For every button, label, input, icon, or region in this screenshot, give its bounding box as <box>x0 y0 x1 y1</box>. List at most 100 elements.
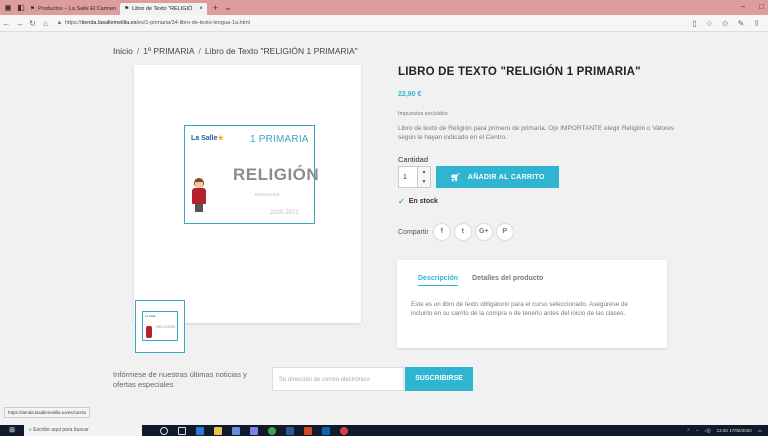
tab-content: Este es un libro de texto obligatorio pa… <box>411 301 629 317</box>
close-tab-icon[interactable]: × <box>199 3 203 15</box>
task-view-icon[interactable] <box>178 426 186 435</box>
favorite-star-icon[interactable]: ☆ <box>706 19 713 28</box>
cortana-icon[interactable] <box>160 426 168 435</box>
store-icon[interactable] <box>232 426 240 435</box>
photos-icon[interactable] <box>340 426 348 435</box>
search-icon: ⌕ <box>29 427 32 433</box>
product-main-image[interactable]: La Salle★ 1 PRIMARIA RELIGIÓN EDELVIVES … <box>134 65 361 323</box>
address-bar: ← → ↻ ⌂ 🔒︎ https://tienda.lasallemelilla… <box>0 15 768 32</box>
favorites-icon[interactable]: ✩ <box>722 19 729 28</box>
outlook-icon[interactable] <box>322 426 330 435</box>
taskbar: ⊞ ⌕ Escribe aquí para buscar ^ ◔ ◁)) 13:… <box>0 425 768 436</box>
maximize-icon[interactable]: □ <box>759 2 764 11</box>
quantity-stepper[interactable]: ▲ ▼ <box>418 166 431 188</box>
product-info: LIBRO DE TEXTO "RELIGIÓN 1 PRIMARIA" 22,… <box>398 66 698 240</box>
edge-icon[interactable] <box>196 426 204 435</box>
lock-icon: 🔒︎ <box>58 19 61 26</box>
product-tabs: Descripción Detalles del producto Este e… <box>397 260 667 348</box>
facebook-icon[interactable]: f <box>433 224 450 240</box>
minimize-icon[interactable]: – <box>741 2 745 11</box>
tab-title: Libro de Texto "RELIGIÓ <box>132 6 193 12</box>
breadcrumb-separator: / <box>136 46 140 56</box>
clock[interactable]: 13:40 17/06/2020 <box>717 428 752 433</box>
tab-list-chevron-icon[interactable]: ⌄ <box>224 2 232 13</box>
url-field[interactable]: 🔒︎ https://tienda.lasallemelilla.es/es/1… <box>58 20 692 27</box>
tab-product-details[interactable]: Detalles del producto <box>472 275 543 286</box>
thumbnail-child-illustration <box>146 326 152 338</box>
breadcrumb-category[interactable]: 1º PRIMARIA <box>143 46 194 56</box>
notification-chevron-icon[interactable]: ^ <box>687 428 689 433</box>
share-row: Compartir f t G+ P <box>398 224 513 240</box>
breadcrumb-separator: / <box>198 46 201 56</box>
taskbar-apps <box>160 426 348 435</box>
newsletter-email-input[interactable]: Su dirección de correo electrónico <box>272 367 404 391</box>
cover-years: 2020-2021 <box>270 210 299 216</box>
breadcrumb: Inicio/1º PRIMARIA / Libro de Texto "RELIG… <box>113 46 358 56</box>
status-bar-url: https://tienda.lasallemelilla.es/es/carr… <box>4 407 91 418</box>
forward-icon[interactable]: → <box>13 19 26 28</box>
child-illustration <box>191 178 207 218</box>
google-plus-icon[interactable]: G+ <box>475 224 492 240</box>
taskbar-search-placeholder: Escribe aquí para buscar <box>33 427 89 433</box>
page-content: Inicio/1º PRIMARIA / Libro de Texto "RELIG… <box>0 32 768 418</box>
twitter-icon[interactable]: t <box>454 224 471 240</box>
pen-icon[interactable]: ✎ <box>738 19 745 28</box>
powerpoint-icon[interactable] <box>304 426 312 435</box>
share-label: Compartir <box>398 228 429 236</box>
cover-publisher: EDELVIVES <box>255 192 280 197</box>
tab-actions-icon[interactable]: ▣ <box>3 3 13 13</box>
chrome-icon[interactable] <box>268 426 276 435</box>
tax-note: Impuestos excluidos <box>398 111 448 117</box>
chevron-down-icon[interactable]: ▼ <box>418 177 430 187</box>
browser-tab-bar: ▣ ◧ ⚑ Productos – La Salle El Carmen ⚑ L… <box>0 0 768 15</box>
home-icon[interactable]: ⌂ <box>39 19 52 28</box>
product-thumbnail[interactable]: La Salle RELIGIÓN <box>135 300 185 353</box>
quantity-input[interactable]: 1 <box>398 166 418 188</box>
tab-title: Productos – La Salle El Carmen <box>37 6 117 12</box>
teams-icon[interactable] <box>250 426 258 435</box>
reading-view-icon[interactable]: ▯ <box>692 19 696 28</box>
back-icon[interactable]: ← <box>0 19 13 28</box>
breadcrumb-home[interactable]: Inicio <box>113 46 133 56</box>
subscribe-button[interactable]: SUSCRIBIRSE <box>405 367 473 391</box>
book-cover: La Salle★ 1 PRIMARIA RELIGIÓN EDELVIVES … <box>184 125 319 224</box>
word-icon[interactable] <box>286 426 294 435</box>
pinterest-icon[interactable]: P <box>496 224 513 240</box>
file-explorer-icon[interactable] <box>214 426 222 435</box>
screen: ▣ ◧ ⚑ Productos – La Salle El Carmen ⚑ L… <box>0 0 768 436</box>
volume-icon[interactable]: ◁)) <box>704 428 710 434</box>
add-to-cart-button[interactable]: 🛒︎ AÑADIR AL CARRITO <box>436 166 559 188</box>
window-controls: – □ <box>741 2 764 11</box>
address-bar-actions: ▯ ☆ ✩ ✎ ⇪ <box>692 19 760 28</box>
browser-tab-libro[interactable]: ⚑ Libro de Texto "RELIGIÓ × <box>120 3 207 15</box>
star-icon: ★ <box>217 135 224 142</box>
url-host: tienda.lasallemelilla.es <box>81 20 137 26</box>
url-prefix: https:// <box>64 20 82 26</box>
share-icon[interactable]: ⇪ <box>753 19 760 28</box>
thumbnail-cover: La Salle RELIGIÓN <box>142 311 178 341</box>
action-center-icon[interactable]: ▭ <box>758 428 762 434</box>
quantity-label: Cantidad <box>398 155 429 164</box>
cover-title: RELIGIÓN <box>233 165 320 184</box>
stock-status: ✓ En stock <box>398 197 438 206</box>
tab-row: Descripción Detalles del producto <box>418 275 543 286</box>
new-tab-icon[interactable]: + <box>213 3 218 13</box>
tab-favicon-icon: ⚑ <box>124 6 130 12</box>
browser-tab-productos[interactable]: ⚑ Productos – La Salle El Carmen <box>26 3 120 15</box>
tab-favicon-icon: ⚑ <box>30 6 35 12</box>
product-price: 22,90 € <box>398 91 422 98</box>
tab-set-aside-icon[interactable]: ◧ <box>16 3 26 13</box>
la-salle-logo: La Salle★ <box>191 135 224 142</box>
check-icon: ✓ <box>398 197 405 206</box>
cover-grade: 1 PRIMARIA <box>250 134 309 145</box>
windows-start-icon[interactable]: ⊞ <box>6 425 18 436</box>
network-icon[interactable]: ◔ <box>695 428 698 433</box>
tab-description[interactable]: Descripción <box>418 275 459 286</box>
system-tray: ^ ◔ ◁)) 13:40 17/06/2020 ▭ <box>687 425 762 436</box>
refresh-icon[interactable]: ↻ <box>26 19 39 28</box>
taskbar-search[interactable]: ⌕ Escribe aquí para buscar <box>24 425 142 436</box>
cart-icon: 🛒︎ <box>450 172 461 182</box>
chevron-up-icon[interactable]: ▲ <box>418 167 430 177</box>
product-description: Libro de texto de Religión para primero … <box>398 125 675 141</box>
product-title: LIBRO DE TEXTO "RELIGIÓN 1 PRIMARIA" <box>398 66 641 78</box>
